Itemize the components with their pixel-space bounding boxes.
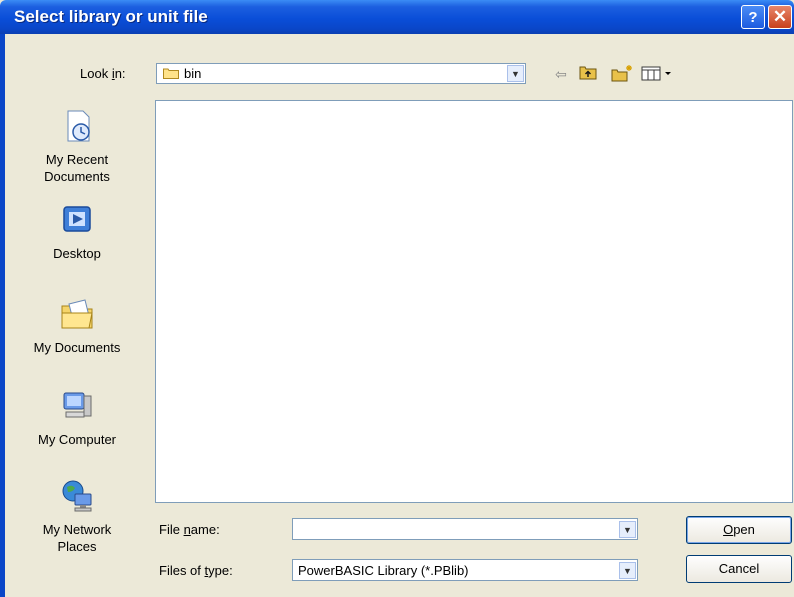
close-icon: ✕: [772, 7, 788, 26]
window-border: [0, 34, 5, 597]
chevron-down-icon[interactable]: ▼: [619, 521, 636, 538]
new-folder-icon[interactable]: [611, 64, 633, 84]
up-folder-icon[interactable]: [578, 64, 598, 84]
place-my-documents[interactable]: My Documents: [8, 296, 146, 356]
window-title: Select library or unit file: [14, 7, 208, 26]
chevron-down-icon[interactable]: ▼: [619, 562, 636, 579]
files-of-type-label: Files of type:: [159, 563, 233, 578]
back-arrow-icon[interactable]: ⇦: [552, 64, 570, 84]
look-in-label: Look in:: [80, 66, 126, 81]
place-label: My Recent: [45, 152, 109, 167]
my-documents-icon: [61, 299, 93, 329]
cancel-button[interactable]: Cancel: [686, 555, 792, 583]
place-label: Documents: [44, 169, 110, 184]
view-menu-icon[interactable]: [641, 64, 675, 84]
my-computer-icon: [63, 392, 92, 418]
file-dialog-window: Select library or unit file ? ✕ Look in:…: [0, 0, 794, 597]
look-in-value: bin: [184, 66, 202, 81]
place-my-computer[interactable]: My Computer: [8, 388, 146, 448]
file-name-label: File name:: [159, 522, 220, 537]
files-of-type-dropdown[interactable]: PowerBASIC Library (*.PBlib) ▼: [292, 559, 638, 581]
files-of-type-value: PowerBASIC Library (*.PBlib): [298, 563, 469, 578]
place-my-network-places[interactable]: My Network Places: [8, 478, 146, 555]
place-label: Places: [57, 539, 97, 554]
place-label: My Network: [42, 522, 112, 537]
desktop-icon: [63, 206, 91, 232]
place-label: My Documents: [33, 340, 121, 355]
chevron-down-icon[interactable]: ▼: [507, 65, 524, 82]
close-button[interactable]: ✕: [768, 5, 792, 29]
title-bar[interactable]: Select library or unit file ? ✕: [0, 0, 794, 34]
place-my-recent-documents[interactable]: My Recent Documents: [8, 108, 146, 185]
help-icon: ?: [748, 9, 758, 26]
recent-documents-icon: [67, 110, 90, 142]
file-name-input[interactable]: ▼: [292, 518, 638, 540]
place-desktop[interactable]: Desktop: [8, 202, 146, 262]
network-places-icon: [62, 480, 92, 512]
folder-icon: [163, 68, 179, 79]
place-label: Desktop: [53, 246, 101, 261]
place-label: My Computer: [37, 432, 117, 447]
file-list-view[interactable]: [155, 100, 793, 503]
open-button[interactable]: Open: [686, 516, 792, 544]
places-bar: My Recent Documents Desktop My Documents: [8, 98, 146, 588]
look-in-dropdown[interactable]: bin ▼: [156, 63, 526, 84]
help-button[interactable]: ?: [741, 5, 765, 29]
